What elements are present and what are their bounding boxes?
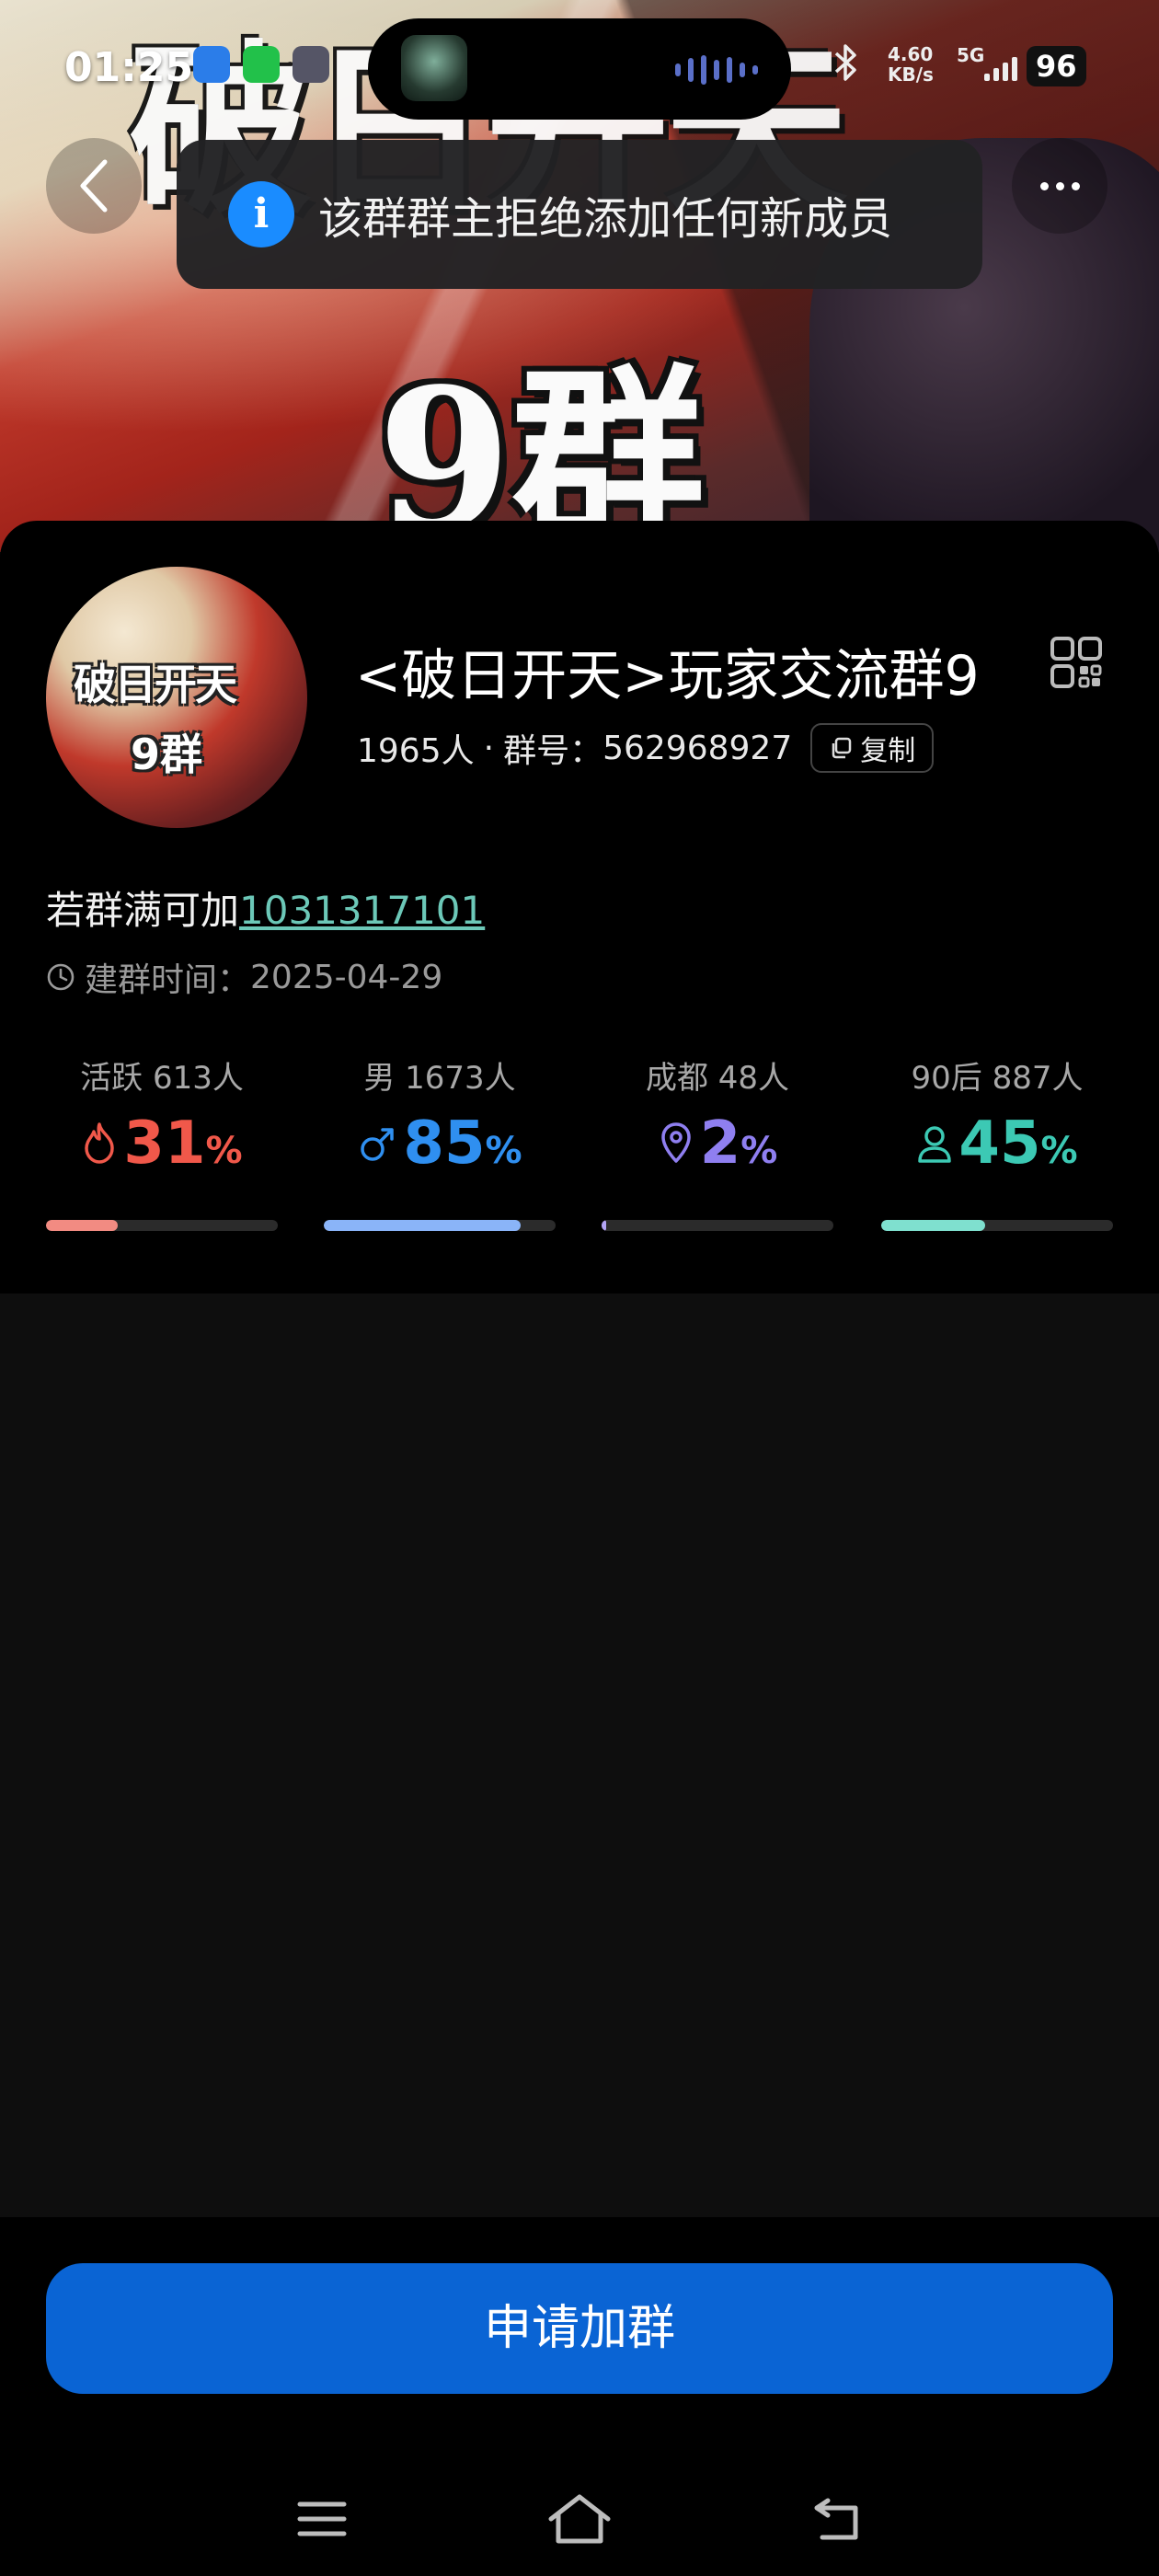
stat-unit: % <box>205 1130 243 1172</box>
copy-label: 复制 <box>860 735 916 767</box>
created-time: 建群时间： 2025-04-29 <box>46 953 442 1001</box>
stat-age: 90后 887人 45% <box>881 1052 1113 1236</box>
stat-bar-fill <box>881 1220 986 1231</box>
dynamic-island[interactable] <box>368 18 791 120</box>
back-nav-button[interactable] <box>800 2490 874 2548</box>
person-icon <box>918 1126 952 1163</box>
info-icon: i <box>228 181 294 247</box>
more-dots-icon <box>1039 181 1049 190</box>
flame-icon <box>85 1122 115 1164</box>
audio-wave-icon <box>675 55 758 85</box>
group-info-card: 破日开天 9群 <破日开天>玩家交流群9 1965人 · 群号： 5629689… <box>0 521 1159 1294</box>
more-button[interactable] <box>1012 138 1107 234</box>
meta-separator: · <box>483 729 495 767</box>
qr-code-icon[interactable] <box>1049 635 1104 690</box>
system-navigation-bar <box>0 2473 1159 2565</box>
stat-active: 活跃 613人 31% <box>46 1052 278 1236</box>
group-note: 若群满可加1031317101 <box>46 880 485 936</box>
toast-message: 该群群主拒绝添加任何新成员 <box>318 193 893 245</box>
apply-join-button[interactable]: 申请加群 <box>46 2263 1113 2394</box>
home-button[interactable] <box>543 2490 616 2548</box>
group-meta: 1965人 · 群号： 562968927 复制 <box>357 723 935 773</box>
group-name: <破日开天>玩家交流群9 <box>355 644 980 708</box>
network-speed: 4.60 KB/s <box>888 44 934 85</box>
alt-group-link[interactable]: 1031317101 <box>239 888 485 933</box>
stat-value: 85% <box>324 1110 556 1178</box>
stat-value: 45% <box>881 1110 1113 1178</box>
status-time: 01:25 <box>64 44 194 91</box>
male-icon <box>361 1128 395 1161</box>
toast-notification: i 该群群主拒绝添加任何新成员 <box>177 140 982 289</box>
battery-indicator: 96 <box>1027 46 1086 86</box>
stat-label: 活跃 613人 <box>80 1060 244 1097</box>
stat-label: 90后 887人 <box>911 1060 1084 1097</box>
group-avatar[interactable]: 破日开天 9群 <box>46 567 307 828</box>
avatar-text-line1: 破日开天 <box>74 660 237 709</box>
network-type: 5G <box>957 44 985 66</box>
status-bar: 01:25 4.60 KB/s 5G 96 <box>0 0 1159 138</box>
stat-bar-track <box>324 1220 556 1231</box>
location-pin-icon <box>660 1122 691 1163</box>
group-stats: 活跃 613人 31% 男 1673人 85% 成都 48人 2% 90后 88… <box>46 1052 1113 1236</box>
menu-icon <box>297 2501 347 2536</box>
stat-gender: 男 1673人 85% <box>324 1052 556 1236</box>
stat-unit: % <box>485 1130 522 1172</box>
media-thumbnail <box>401 35 467 101</box>
stat-value: 31% <box>46 1110 278 1178</box>
created-label: 建群时间： <box>85 961 251 999</box>
return-icon <box>814 2498 858 2540</box>
stat-label: 男 1673人 <box>363 1060 516 1097</box>
clock-icon <box>47 963 75 991</box>
stat-bar-track <box>602 1220 833 1231</box>
group-id: 562968927 <box>602 729 793 767</box>
stat-unit: % <box>1040 1130 1078 1172</box>
app-notification-icon <box>193 46 230 83</box>
stat-location: 成都 48人 2% <box>602 1052 833 1236</box>
menu-button[interactable] <box>285 2490 359 2548</box>
stat-number: 2 <box>699 1110 741 1178</box>
back-button[interactable] <box>46 138 142 234</box>
copy-button[interactable]: 复制 <box>810 723 935 773</box>
stat-bar-track <box>46 1220 278 1231</box>
banner-group-text: 9群 <box>377 346 706 552</box>
stat-unit: % <box>740 1130 778 1172</box>
created-date: 2025-04-29 <box>250 958 443 996</box>
stat-label: 成都 48人 <box>645 1060 790 1097</box>
chevron-left-icon <box>80 159 108 213</box>
signal-icon <box>984 57 1017 81</box>
stat-value: 2% <box>602 1110 833 1178</box>
copy-icon <box>832 737 852 759</box>
bottom-bar: 申请加群 <box>0 2217 1159 2576</box>
member-count: 1965人 <box>357 732 475 770</box>
game-notification-icon <box>293 46 329 83</box>
stat-bar-fill <box>324 1220 522 1231</box>
stat-bar-track <box>881 1220 1113 1231</box>
stat-bar-fill <box>46 1220 119 1231</box>
wechat-icon <box>243 46 280 83</box>
avatar-text-line2: 9群 <box>131 730 203 779</box>
stat-bar-fill <box>602 1220 607 1231</box>
content-area <box>0 1294 1159 2217</box>
note-text: 若群满可加 <box>46 888 240 933</box>
group-id-label: 群号： <box>503 732 603 770</box>
network-speed-value: 4.60 <box>888 43 934 65</box>
home-icon <box>548 2494 611 2544</box>
stat-number: 31 <box>123 1110 206 1178</box>
bluetooth-icon <box>832 42 860 92</box>
stat-number: 85 <box>403 1110 486 1178</box>
stat-number: 45 <box>958 1110 1041 1178</box>
network-speed-unit: KB/s <box>888 63 934 86</box>
